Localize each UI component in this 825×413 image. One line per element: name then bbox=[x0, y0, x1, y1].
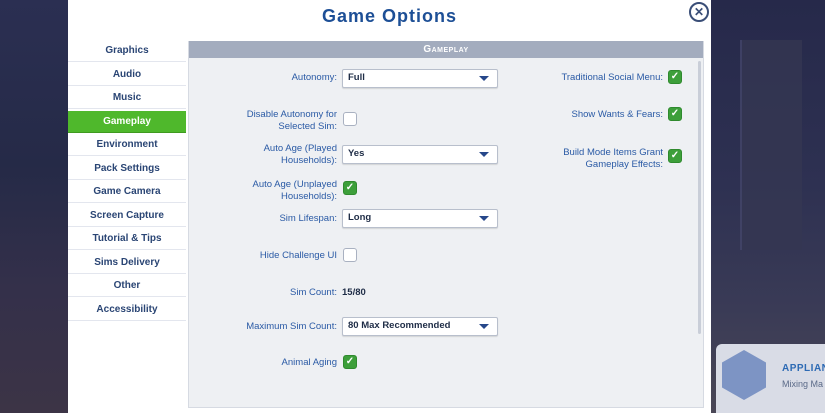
auto-age-unplayed-label: Auto Age (Unplayed Households): bbox=[252, 179, 337, 202]
chevron-down-icon bbox=[479, 76, 489, 81]
autonomy-value: Full bbox=[348, 72, 365, 83]
chevron-down-icon bbox=[479, 152, 489, 157]
sidebar-item-accessibility[interactable]: Accessibility bbox=[68, 298, 186, 321]
sidebar-item-other[interactable]: Other bbox=[68, 275, 186, 297]
hide-challenge-ui-label: Hide Challenge UI bbox=[259, 250, 337, 261]
sim-count-label: Sim Count: bbox=[290, 287, 337, 298]
sidebar-item-graphics[interactable]: Graphics bbox=[68, 40, 186, 62]
disable-autonomy-label: Disable Autonomy for Selected Sim: bbox=[246, 109, 337, 132]
show-wants-fears-label: Show Wants & Fears: bbox=[571, 109, 663, 120]
auto-age-played-value: Yes bbox=[348, 148, 365, 159]
auto-age-unplayed-checkbox[interactable]: ✓ bbox=[343, 181, 357, 195]
auto-age-played-dropdown[interactable]: Yes bbox=[342, 145, 498, 164]
auto-age-played-label: Auto Age (Played Households): bbox=[263, 143, 337, 166]
dialog-title: Game Options bbox=[321, 6, 458, 26]
checkmark-icon: ✓ bbox=[670, 150, 680, 161]
max-sim-count-label: Maximum Sim Count: bbox=[246, 321, 337, 332]
game-options-dialog: Game Options ✕ Graphics Audio Music Game… bbox=[68, 0, 711, 413]
sim-lifespan-value: Long bbox=[348, 212, 372, 223]
sidebar-item-screen-capture[interactable]: Screen Capture bbox=[68, 204, 186, 227]
options-sidebar: Graphics Audio Music Gameplay Environmen… bbox=[68, 40, 186, 322]
build-mode-items-checkbox[interactable]: ✓ bbox=[668, 149, 682, 163]
animal-aging-label: Animal Aging bbox=[281, 357, 337, 368]
section-header: Gameplay bbox=[189, 41, 703, 58]
checkmark-icon: ✓ bbox=[670, 108, 680, 119]
sidebar-item-game-camera[interactable]: Game Camera bbox=[68, 181, 186, 203]
autonomy-label: Autonomy: bbox=[291, 72, 337, 83]
build-mode-items-label: Build Mode Items Grant Gameplay Effects: bbox=[563, 147, 663, 170]
traditional-social-menu-checkbox[interactable]: ✓ bbox=[668, 70, 682, 84]
sidebar-item-gameplay[interactable]: Gameplay bbox=[68, 110, 186, 133]
sim-lifespan-dropdown[interactable]: Long bbox=[342, 209, 498, 228]
hide-challenge-ui-checkbox[interactable] bbox=[343, 248, 357, 262]
sidebar-item-sims-delivery[interactable]: Sims Delivery bbox=[68, 251, 186, 274]
checkmark-icon: ✓ bbox=[345, 356, 355, 367]
background-card-title: APPLIANC bbox=[782, 363, 825, 374]
sim-count-value: 15/80 bbox=[342, 287, 366, 298]
background-left bbox=[0, 0, 68, 413]
show-wants-fears-checkbox[interactable]: ✓ bbox=[668, 107, 682, 121]
traditional-social-menu-label: Traditional Social Menu: bbox=[561, 72, 663, 83]
background-beam bbox=[740, 40, 802, 250]
background-card-subtitle: Mixing Ma bbox=[782, 379, 824, 389]
animal-aging-checkbox[interactable]: ✓ bbox=[343, 355, 357, 369]
sim-lifespan-label: Sim Lifespan: bbox=[279, 213, 337, 224]
autonomy-dropdown[interactable]: Full bbox=[342, 69, 498, 88]
gameplay-settings-panel: Gameplay Autonomy: Full Disable Autonomy… bbox=[188, 41, 704, 408]
max-sim-count-dropdown[interactable]: 80 Max Recommended bbox=[342, 317, 498, 336]
checkmark-icon: ✓ bbox=[670, 71, 680, 82]
sidebar-item-pack-settings[interactable]: Pack Settings bbox=[68, 157, 186, 180]
checkmark-icon: ✓ bbox=[345, 182, 355, 193]
sidebar-item-tutorial-tips[interactable]: Tutorial & Tips bbox=[68, 228, 186, 250]
disable-autonomy-checkbox[interactable] bbox=[343, 112, 357, 126]
close-icon[interactable]: ✕ bbox=[689, 2, 709, 22]
max-sim-count-value: 80 Max Recommended bbox=[348, 320, 451, 331]
sidebar-item-music[interactable]: Music bbox=[68, 87, 186, 109]
sidebar-item-environment[interactable]: Environment bbox=[68, 134, 186, 156]
scrollbar[interactable] bbox=[698, 61, 701, 334]
chevron-down-icon bbox=[479, 324, 489, 329]
chevron-down-icon bbox=[479, 216, 489, 221]
sidebar-item-audio[interactable]: Audio bbox=[68, 63, 186, 86]
